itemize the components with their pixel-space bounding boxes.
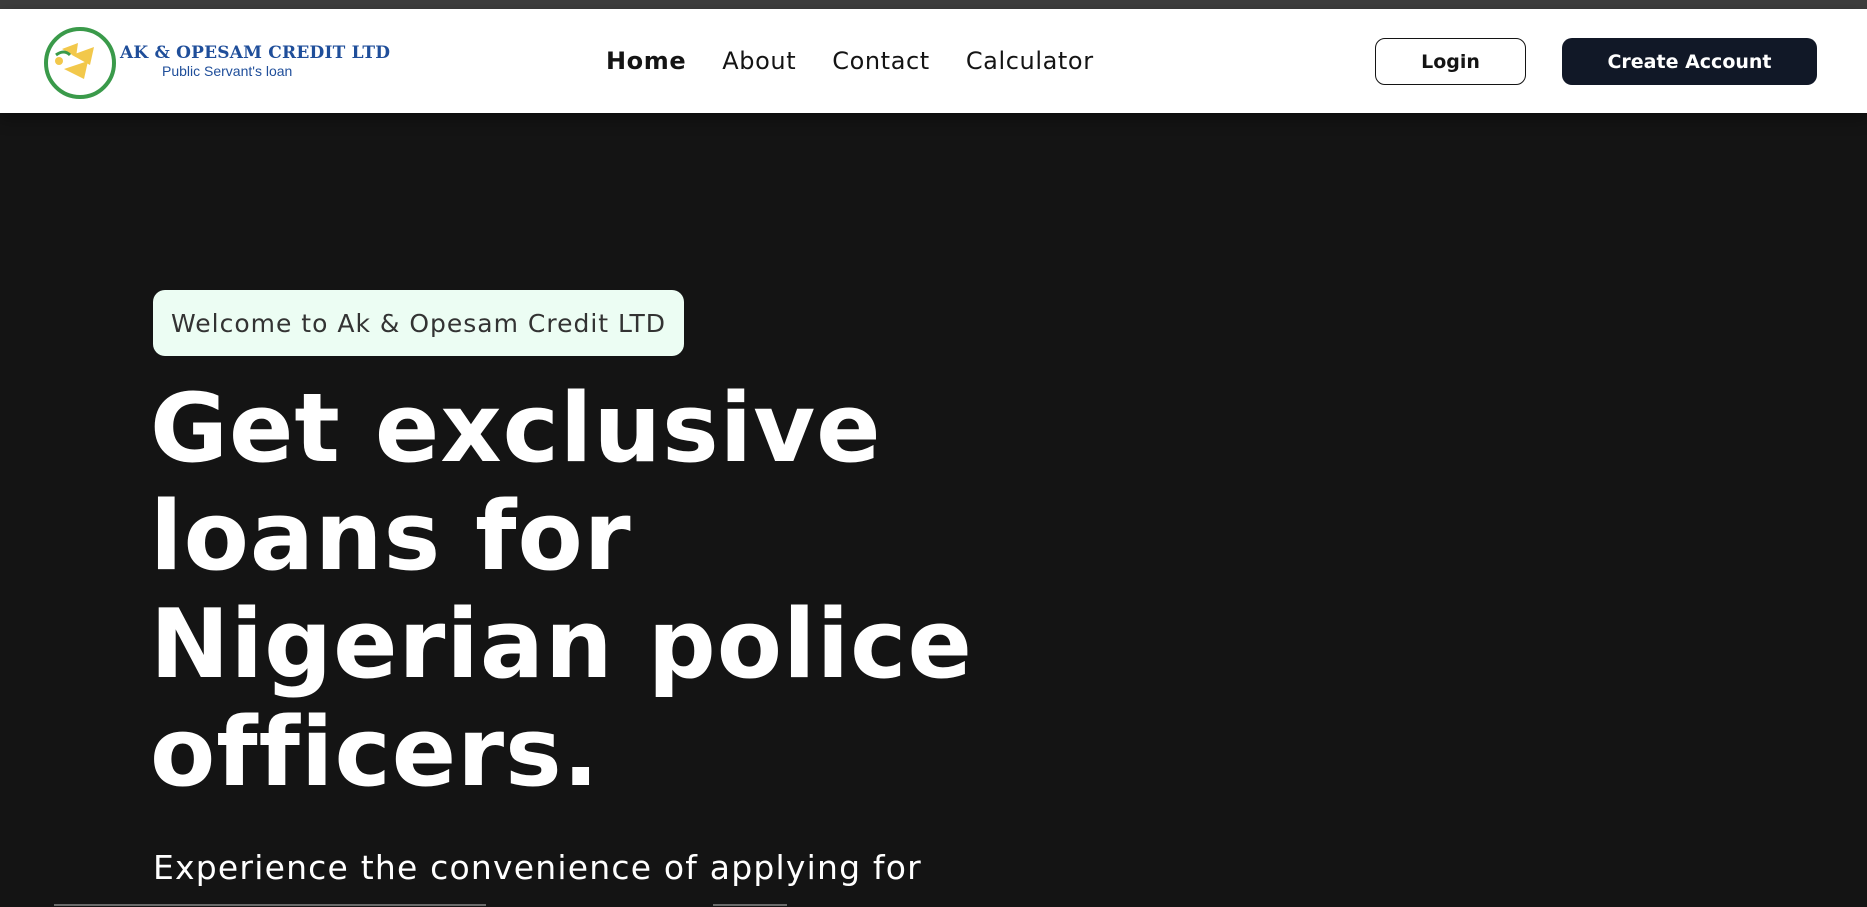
nav-link-calculator[interactable]: Calculator — [966, 47, 1094, 75]
nav-link-home[interactable]: Home — [606, 47, 686, 75]
partial-element-edge — [713, 904, 787, 906]
partial-element-edge — [54, 904, 486, 906]
welcome-badge: Welcome to Ak & Opesam Credit LTD — [153, 290, 685, 356]
brand-logo-link[interactable]: AK & OPESAM CREDIT LTD Public Servant's … — [42, 25, 390, 101]
hero-subtitle: Experience the convenience of applying f… — [153, 848, 922, 887]
top-strip — [0, 0, 1867, 9]
create-account-button[interactable]: Create Account — [1562, 38, 1817, 85]
brand-tagline: Public Servant's loan — [162, 63, 293, 79]
login-button[interactable]: Login — [1375, 38, 1526, 85]
nav-link-about[interactable]: About — [722, 47, 796, 75]
brand-name: AK & OPESAM CREDIT LTD — [120, 43, 391, 63]
brand-text: AK & OPESAM CREDIT LTD Public Servant's … — [120, 43, 390, 79]
navbar: AK & OPESAM CREDIT LTD Public Servant's … — [0, 9, 1867, 113]
hero-title: Get exclusive loans for Nigerian police … — [150, 374, 973, 808]
hero-section: Welcome to Ak & Opesam Credit LTD Get ex… — [0, 113, 1867, 907]
logo-emblem-icon — [44, 27, 116, 99]
nav-link-contact[interactable]: Contact — [832, 47, 930, 75]
main-nav: Home About Contact Calculator — [606, 9, 1130, 113]
